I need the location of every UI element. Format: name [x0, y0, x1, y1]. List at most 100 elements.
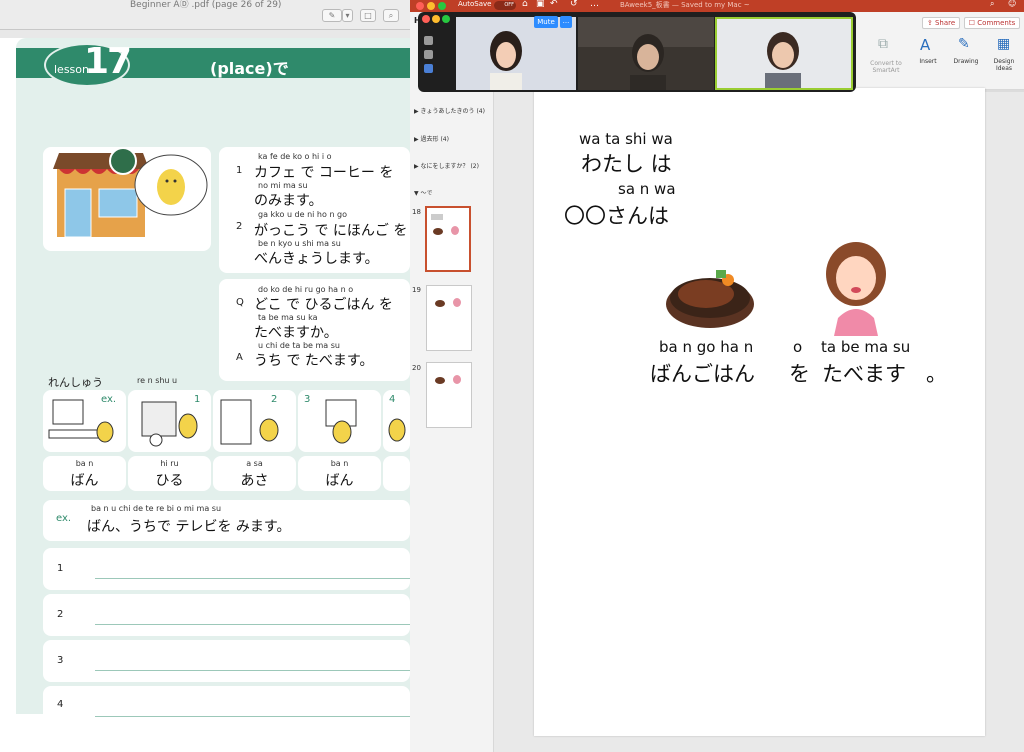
section-header[interactable]: ▶ 過去形 (4): [414, 134, 449, 143]
question-line: どこ で ひるごはん を: [254, 297, 393, 313]
practice-picture-card: 1: [128, 390, 211, 452]
example-furigana: be n kyo u shi ma su: [258, 239, 341, 248]
slide-japanese: 〇〇さんは: [564, 204, 669, 228]
answer-writing-line: [95, 624, 410, 625]
practice-heading-furigana: re n shu u: [137, 376, 178, 385]
share-icon[interactable]: □: [360, 9, 376, 22]
practice-word: ばん: [325, 473, 354, 489]
slide-romaji: o: [793, 338, 803, 356]
grid-icon[interactable]: [424, 50, 433, 59]
practice-word-card: ba n ばん: [43, 456, 126, 491]
slide-thumbnail-selected[interactable]: [425, 206, 471, 272]
thumb-girl: [453, 375, 461, 384]
ribbon-button-label: Ideas: [995, 65, 1013, 72]
practice-word: ひる: [155, 473, 184, 489]
close-window-icon[interactable]: [422, 15, 430, 23]
answer-writing-line: [95, 670, 410, 671]
markup-pen-icon[interactable]: ✎: [322, 9, 342, 22]
example-sentence-furigana: ba n u chi de te re bi o mi ma su: [91, 504, 222, 513]
section-title: なにをしますか？ (2): [420, 163, 479, 170]
practice-word-furigana: hi ru: [160, 459, 179, 468]
zoom-window-icon[interactable]: [438, 2, 446, 10]
answer-row-number: 2: [57, 609, 64, 620]
example-sentence-line: カフェ で コーヒー を: [254, 165, 394, 181]
thumb-girl: [451, 226, 459, 235]
mute-button[interactable]: Mute: [534, 16, 558, 28]
share-button[interactable]: ⇪ Share: [922, 17, 960, 29]
example-sentence-row: ex. ba n u chi de te re bi o mi ma su ばん…: [43, 500, 410, 541]
minimize-window-icon[interactable]: [427, 2, 435, 10]
search-icon[interactable]: ⌕: [383, 9, 399, 22]
design-ideas-button[interactable]: ▦ Design Ideas: [988, 34, 1020, 82]
lesson-title: (place)で: [210, 59, 289, 78]
ribbon-button-label: SmartArt: [872, 67, 900, 74]
ribbon-button-label: Convert to: [870, 60, 902, 67]
account-icon[interactable]: ☺: [1008, 0, 1016, 8]
video-icon[interactable]: [424, 36, 433, 45]
answer-row-number: 1: [57, 563, 64, 574]
undo-icon[interactable]: ↶: [550, 0, 558, 9]
participant-video[interactable]: [578, 17, 714, 90]
answer-row[interactable]: 3: [43, 640, 410, 682]
cafe-illustration: [53, 147, 208, 238]
close-window-icon[interactable]: [416, 2, 424, 10]
insert-button[interactable]: A Insert: [912, 34, 944, 82]
save-icon[interactable]: ▣: [536, 0, 545, 9]
participant-video-active-speaker[interactable]: [715, 17, 853, 90]
section-title: 過去形 (4): [420, 136, 449, 143]
answer-row[interactable]: 2: [43, 594, 410, 636]
section-title: きょうあしたきのう (4): [420, 108, 485, 115]
answer-row[interactable]: 1: [43, 548, 410, 590]
zoom-window-icon[interactable]: [442, 15, 450, 23]
practice-word-card: ba n ばん: [298, 456, 381, 491]
question-label: Q: [236, 297, 244, 308]
share-button-label: Share: [934, 19, 956, 27]
convert-to-smartart-button[interactable]: ⧉ Convert to SmartArt: [866, 34, 906, 82]
comments-button[interactable]: ☐ Comments: [964, 17, 1020, 29]
chevron-down-icon[interactable]: ▾: [342, 9, 353, 22]
window-illustration: [325, 399, 357, 444]
practice-heading: れんしゅう: [48, 376, 103, 389]
participant-video[interactable]: [456, 17, 576, 90]
answer-writing-line: [95, 578, 410, 579]
more-options-button[interactable]: ...: [560, 16, 572, 28]
home-icon[interactable]: ⌂: [522, 0, 528, 9]
text-box-icon: A: [920, 36, 931, 54]
slide-thumbnail[interactable]: [426, 285, 472, 351]
example-tag: ex.: [56, 513, 72, 524]
autosave-toggle[interactable]: OFF: [494, 1, 516, 10]
more-commands-icon[interactable]: …: [590, 0, 599, 9]
current-slide[interactable]: wa ta shi wa わたし は sa n wa 〇〇さんは ba n go…: [534, 88, 985, 736]
section-header[interactable]: ▶ きょうあしたきのう (4): [414, 106, 485, 115]
search-icon[interactable]: ⌕: [990, 0, 994, 9]
section-header[interactable]: ▶ なにをしますか？ (2): [414, 161, 479, 170]
drawing-button[interactable]: ✎ Drawing: [950, 34, 982, 82]
section-header[interactable]: ▼ 〜で: [414, 188, 433, 197]
answer-label: A: [236, 352, 243, 363]
lesson-number: 17: [84, 41, 132, 82]
slide-japanese: たべます: [822, 362, 906, 386]
slide-number: 19: [412, 286, 421, 294]
chick-illustration: [388, 418, 406, 442]
slide-romaji: ta be ma su: [821, 338, 911, 356]
thumb-steak: [433, 228, 443, 235]
section-title: 〜で: [420, 190, 433, 197]
slide-thumbnail[interactable]: [426, 362, 472, 428]
example-sentence-line: がっこう で にほんご を: [254, 223, 408, 239]
practice-word-furigana: ba n: [330, 459, 349, 468]
ribbon-button-label: Insert: [919, 58, 937, 65]
example-furigana: no mi ma su: [258, 181, 308, 190]
slide-romaji: wa ta shi wa: [579, 130, 673, 148]
smartart-icon: ⧉: [878, 36, 888, 52]
cafe-illustration-card: [43, 147, 211, 251]
minimize-window-icon[interactable]: [432, 15, 440, 23]
answer-writing-line: [95, 716, 410, 717]
answer-row[interactable]: 4: [43, 686, 410, 728]
answer-furigana: u chi de ta be ma su: [258, 341, 340, 350]
thumb-steak: [435, 377, 445, 384]
zoom-video-window: Mute ...: [418, 12, 856, 92]
redo-icon[interactable]: ↺: [570, 0, 578, 9]
thumb-text: [431, 214, 443, 220]
example-number: 2: [236, 221, 243, 232]
speaker-view-icon[interactable]: [424, 64, 433, 73]
